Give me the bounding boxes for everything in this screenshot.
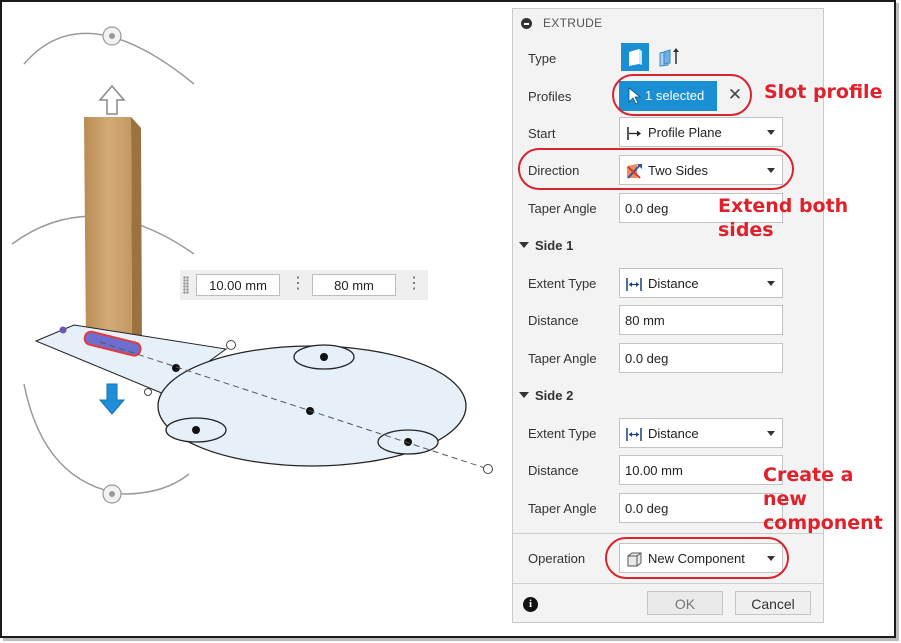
- side2-section-header[interactable]: Side 2: [519, 388, 573, 403]
- side2-extent-value: Distance: [648, 426, 699, 441]
- wood-body-side-face: [131, 117, 142, 349]
- profiles-highlight-oval: [612, 74, 752, 116]
- taper-angle-value: 0.0 deg: [625, 201, 669, 216]
- side2-distance-label: Distance: [528, 463, 579, 478]
- dialog-footer: i OK Cancel: [513, 585, 823, 622]
- side1-taper-value: 0.0 deg: [625, 351, 669, 366]
- distance-icon: [626, 428, 642, 441]
- extrude-arrow-down-icon: [98, 383, 126, 415]
- side2-extent-type-label: Extent Type: [528, 426, 597, 441]
- model-scene[interactable]: [4, 4, 509, 638]
- operation-highlight-oval: [605, 537, 789, 579]
- side1-taper-label: Taper Angle: [528, 351, 597, 366]
- dialog-title: EXTRUDE: [543, 16, 603, 30]
- collapse-icon[interactable]: [521, 18, 532, 29]
- side1-distance-label: Distance: [528, 313, 579, 328]
- divider: [513, 583, 823, 584]
- type-solid-button[interactable]: [621, 43, 649, 71]
- side2-distance-value: 10.00 mm: [625, 463, 683, 478]
- side2-heading: Side 2: [535, 388, 574, 403]
- solid-extrude-icon: [629, 49, 642, 66]
- side1-extent-dropdown[interactable]: Distance: [619, 268, 783, 298]
- chevron-down-icon: [767, 281, 775, 286]
- type-thin-button[interactable]: [655, 43, 683, 71]
- info-icon[interactable]: i: [523, 597, 538, 612]
- start-value: Profile Plane: [648, 125, 722, 140]
- direction-highlight-oval: [518, 148, 794, 190]
- side1-extent-value: Distance: [648, 276, 699, 291]
- start-dropdown[interactable]: Profile Plane: [619, 117, 783, 147]
- annotation-create-line2: new: [763, 488, 807, 510]
- type-label: Type: [528, 51, 557, 66]
- side2-distance-input[interactable]: 10.00 mm: [619, 455, 783, 485]
- operation-label: Operation: [528, 551, 586, 566]
- side1-taper-input[interactable]: 0.0 deg: [619, 343, 783, 373]
- chevron-down-icon: [767, 130, 775, 135]
- side1-extent-type-label: Extent Type: [528, 276, 597, 291]
- side1-distance-value: 80 mm: [625, 313, 665, 328]
- profiles-label: Profiles: [528, 89, 572, 104]
- side2-taper-value: 0.0 deg: [625, 501, 669, 516]
- annotation-slot-profile: Slot profile: [764, 81, 883, 103]
- side1-distance-input[interactable]: 80 mm: [619, 305, 783, 335]
- taper-angle-label: Taper Angle: [528, 201, 597, 216]
- drag-grip-icon[interactable]: [183, 276, 189, 294]
- profile-plane-icon: [627, 127, 641, 140]
- dialog-header: EXTRUDE: [513, 9, 823, 37]
- wood-body-front-face: [84, 117, 132, 344]
- side2-taper-label: Taper Angle: [528, 501, 597, 516]
- annotation-extend-line1: Extend both: [718, 195, 849, 217]
- screenshot-frame: 10.00 mm ⋮ 80 mm ⋮ EXTRUDE Type Profiles…: [0, 0, 896, 638]
- side1-heading: Side 1: [535, 238, 574, 253]
- dimension-input-bar: 10.00 mm ⋮ 80 mm ⋮: [180, 270, 428, 300]
- annotation-extend-line2: sides: [718, 219, 774, 241]
- ok-button[interactable]: OK: [647, 591, 723, 615]
- distance-icon: [626, 278, 642, 291]
- thin-extrude-icon: [659, 48, 679, 67]
- side1-section-header[interactable]: Side 1: [519, 238, 573, 253]
- width-options-icon[interactable]: ⋮: [290, 275, 306, 295]
- side2-extent-dropdown[interactable]: Distance: [619, 418, 783, 448]
- collapse-triangle-icon: [519, 242, 529, 248]
- width-dimension-input[interactable]: 10.00 mm: [196, 274, 280, 296]
- distance-dimension-input[interactable]: 80 mm: [312, 274, 396, 296]
- collapse-triangle-icon: [519, 392, 529, 398]
- canvas-viewport[interactable]: 10.00 mm ⋮ 80 mm ⋮: [4, 4, 509, 638]
- cancel-button[interactable]: Cancel: [735, 591, 811, 615]
- annotation-create-line1: Create a: [763, 464, 854, 486]
- side2-taper-input[interactable]: 0.0 deg: [619, 493, 783, 523]
- chevron-down-icon: [767, 431, 775, 436]
- start-label: Start: [528, 126, 556, 141]
- annotation-create-line3: component: [763, 512, 883, 534]
- distance-options-icon[interactable]: ⋮: [406, 275, 422, 295]
- extrude-arrow-up-icon: [98, 84, 126, 115]
